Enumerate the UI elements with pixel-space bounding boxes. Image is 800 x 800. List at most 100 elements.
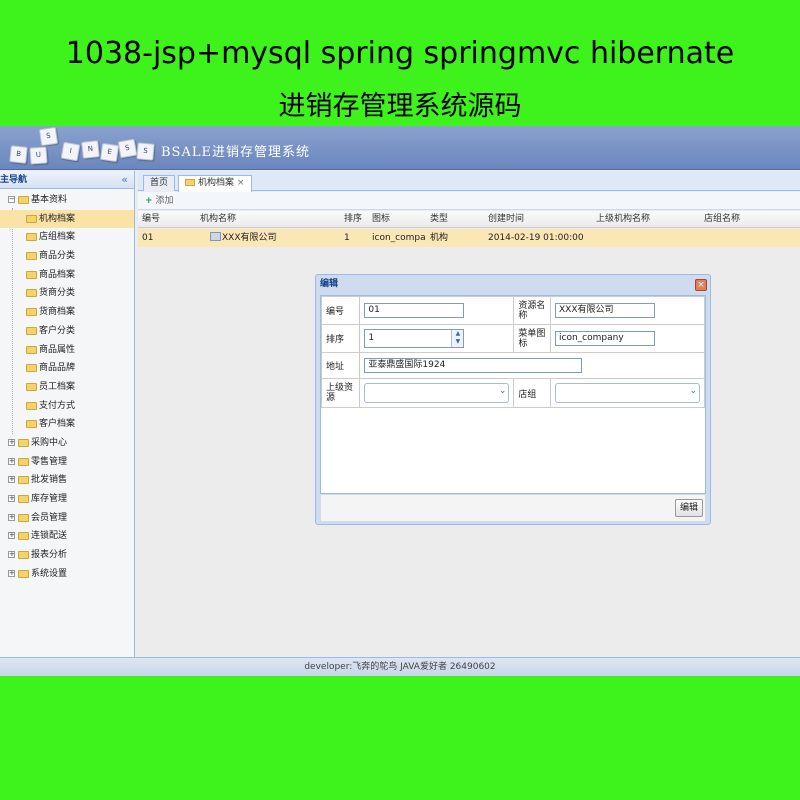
edit-button[interactable]: 编辑 xyxy=(674,499,703,517)
tree-node-label: 店组档案 xyxy=(39,232,76,243)
tree-node-label: 系统设置 xyxy=(31,568,68,579)
tree-node-members[interactable]: + 会员管理 xyxy=(0,509,134,528)
tree-node-supplier-archive[interactable]: 货商档案 xyxy=(0,303,134,322)
tab-label: 首页 xyxy=(150,178,169,188)
store-select[interactable]: ⌄ xyxy=(555,383,700,403)
folder-icon xyxy=(18,196,29,204)
dialog-title: 编辑 xyxy=(320,279,339,289)
tree-node-employee-archive[interactable]: 员工档案 xyxy=(0,378,134,397)
tree-node-inventory[interactable]: + 库存管理 xyxy=(0,490,134,509)
tree-node-supplier-category[interactable]: 货商分类 xyxy=(0,284,134,303)
table-cell: 1 xyxy=(344,233,350,243)
tab-bar: 首页 机构档案 × xyxy=(138,171,800,192)
tree-node-label: 零售管理 xyxy=(31,456,68,467)
tree-node-product-archive[interactable]: 商品档案 xyxy=(0,266,134,285)
chevron-down-icon[interactable]: ⌄ xyxy=(689,386,697,396)
column-header[interactable]: 店组名称 xyxy=(704,211,740,228)
tree-node-label: 基本资料 xyxy=(31,195,68,205)
close-icon[interactable]: × xyxy=(695,279,707,291)
folder-icon xyxy=(18,476,29,485)
folder-icon xyxy=(185,179,195,186)
tree-node-reports[interactable]: + 报表分析 xyxy=(0,546,134,565)
field-label: 地址 xyxy=(320,352,361,379)
column-header[interactable]: 编号 xyxy=(142,211,160,228)
tree-node-label: 报表分析 xyxy=(31,550,68,561)
column-header[interactable]: 机构名称 xyxy=(200,211,236,228)
field-label: 上级资源 xyxy=(320,378,361,408)
expand-toggle-icon[interactable]: + xyxy=(8,532,15,540)
app-title: BSALE进销存管理系统 xyxy=(161,145,310,160)
folder-icon xyxy=(18,513,29,522)
icon-input[interactable]: icon_company xyxy=(555,331,655,346)
tree-node-distribution[interactable]: + 连锁配送 xyxy=(0,527,134,546)
expand-toggle-icon[interactable]: + xyxy=(8,495,15,502)
expand-toggle-icon[interactable]: + xyxy=(8,457,15,465)
tree-node-product-attribute[interactable]: 商品属性 xyxy=(0,341,134,360)
folder-icon xyxy=(26,420,37,429)
tree-node-wholesale[interactable]: + 批发销售 xyxy=(0,471,134,490)
expand-toggle-icon[interactable]: + xyxy=(8,551,15,559)
tree-node-label: 批发销售 xyxy=(31,475,68,486)
field-label: 菜单图标 xyxy=(513,324,551,353)
column-header[interactable]: 创建时间 xyxy=(488,211,524,228)
tree-node-customer-category[interactable]: 客户分类 xyxy=(0,322,134,341)
expand-toggle-icon[interactable]: + xyxy=(8,569,15,577)
table-cell: 机构 xyxy=(430,233,449,243)
tree-node-label: 商品档案 xyxy=(39,269,76,280)
company-icon xyxy=(210,232,221,241)
table-cell-text: XXX有限公司 xyxy=(222,233,277,243)
code-input[interactable]: 01 xyxy=(364,303,465,318)
folder-icon xyxy=(26,233,37,242)
expand-toggle-icon[interactable]: + xyxy=(8,476,15,484)
folder-icon xyxy=(26,214,37,223)
tree-node-settings[interactable]: + 系统设置 xyxy=(0,565,134,584)
table-cell: 2014-02-19 01:00:00 xyxy=(488,233,584,243)
folder-icon xyxy=(26,382,37,391)
expand-toggle-icon[interactable]: + xyxy=(8,438,15,446)
logo-tile: N xyxy=(81,140,100,159)
name-input[interactable]: XXX有限公司 xyxy=(555,303,655,318)
tree-node-product-category[interactable]: 商品分类 xyxy=(0,247,134,266)
tab-home[interactable]: 首页 xyxy=(143,175,176,191)
chevron-down-icon[interactable]: ⌄ xyxy=(499,386,507,396)
tab-org-archive[interactable]: 机构档案 × xyxy=(178,175,252,192)
expand-toggle-icon[interactable]: + xyxy=(8,513,15,521)
tree-node-payment-method[interactable]: 支付方式 xyxy=(0,397,134,416)
sidebar-header: 主导航 « xyxy=(0,171,134,189)
tree-node-root[interactable]: − 基本资料 xyxy=(0,191,134,210)
spinner-arrows-icon[interactable]: ▲ ▼ xyxy=(451,330,464,347)
tree-node-product-brand[interactable]: 商品品牌 xyxy=(0,359,134,378)
table-cell: XXX有限公司 xyxy=(210,229,277,247)
column-header[interactable]: 上级机构名称 xyxy=(596,211,650,228)
tree-node-retail[interactable]: + 零售管理 xyxy=(0,453,134,472)
logo-tile: B xyxy=(9,145,28,164)
field-label: 编号 xyxy=(320,296,361,325)
tree-node-org-archive[interactable]: 机构档案 xyxy=(0,209,134,229)
column-header[interactable]: 排序 xyxy=(344,211,362,228)
field-label: 资源名称 xyxy=(513,296,551,325)
collapse-icon[interactable]: « xyxy=(121,171,128,189)
sort-stepper[interactable]: 1 ▲ ▼ xyxy=(364,329,465,348)
sidebar-title: 主导航 xyxy=(0,175,28,185)
tree-node-purchasing[interactable]: + 采购中心 xyxy=(0,434,134,453)
folder-icon xyxy=(26,270,37,279)
address-input[interactable]: 亚泰鼎盛国际1924 xyxy=(364,358,583,373)
collapse-toggle-icon[interactable]: − xyxy=(8,196,15,203)
column-header[interactable]: 类型 xyxy=(430,211,448,228)
parent-select[interactable]: ⌄ xyxy=(364,383,510,403)
tree-node-customer-archive[interactable]: 客户档案 xyxy=(0,415,134,434)
edit-form: 编号 01 资源名称 XXX有限公司 排序 1 ▲ ▼ 菜单图标 icon_comp… xyxy=(320,296,705,408)
banner-title-line1: 1038-jsp+mysql spring springmvc hibernat… xyxy=(65,36,735,71)
folder-icon xyxy=(26,401,37,410)
add-button[interactable]: + 添加 xyxy=(145,196,174,206)
logo-tile: U xyxy=(29,146,48,165)
nav-tree: − 基本资料 机构档案 店组档案 商品分类 商品档案 货商分类 货商档案 客户分… xyxy=(0,189,134,583)
close-icon[interactable]: × xyxy=(237,178,245,188)
dialog-body: 编号 01 资源名称 XXX有限公司 排序 1 ▲ ▼ 菜单图标 icon_comp… xyxy=(320,295,706,494)
tree-node-label: 商品分类 xyxy=(39,251,76,262)
folder-icon xyxy=(18,532,29,541)
table-row[interactable]: 01 XXX有限公司 1 icon_company 机构 2014-02-19 … xyxy=(138,229,800,247)
column-header[interactable]: 图标 xyxy=(372,211,390,228)
tree-node-label: 库存管理 xyxy=(31,494,68,504)
tree-node-store-group[interactable]: 店组档案 xyxy=(0,228,134,247)
